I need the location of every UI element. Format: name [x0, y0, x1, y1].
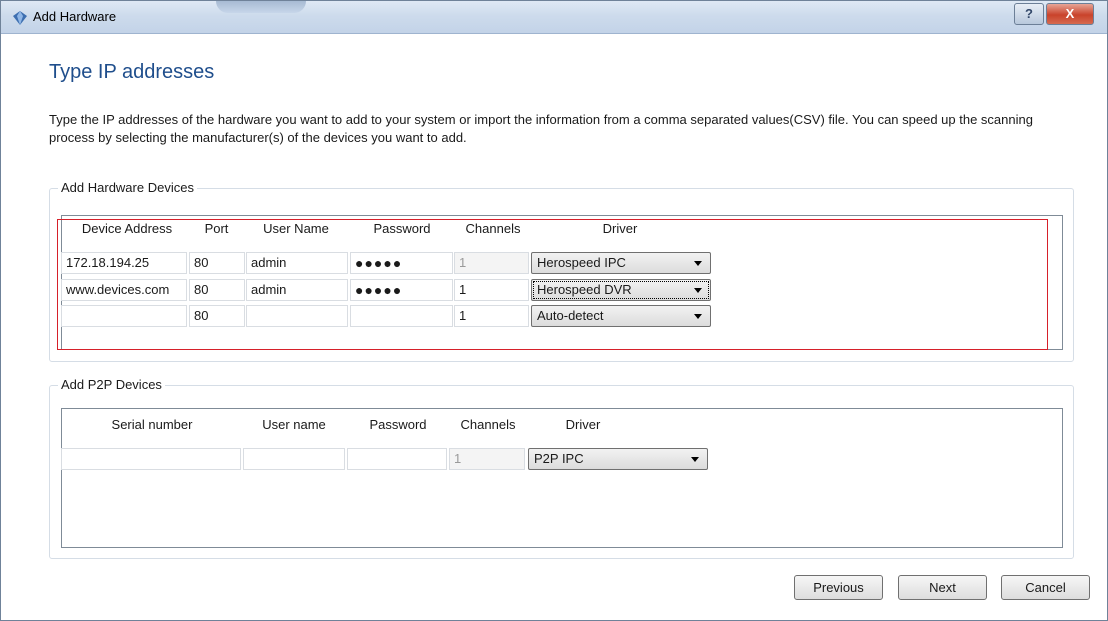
hardware-group-label: Add Hardware Devices [58, 180, 197, 195]
page-description: Type the IP addresses of the hardware yo… [49, 112, 1033, 145]
device-address-input[interactable]: www.devices.com [61, 279, 187, 301]
driver-value: P2P IPC [534, 451, 584, 466]
col-password: Password [369, 417, 427, 432]
col-password: Password [373, 221, 431, 236]
next-button[interactable]: Next [898, 575, 987, 600]
password-input[interactable]: ●●●●● [350, 279, 453, 301]
driver-value: Herospeed IPC [537, 255, 626, 270]
port-input[interactable]: 80 [189, 279, 245, 301]
add-hardware-window: Add Hardware ? X Type IP addresses Type … [0, 0, 1108, 621]
col-driver: Driver [602, 221, 638, 236]
app-icon [13, 11, 27, 25]
driver-dropdown[interactable]: Herospeed DVR [531, 279, 711, 301]
p2p-group-label: Add P2P Devices [58, 377, 165, 392]
col-user-name: User Name [263, 221, 329, 236]
driver-value: Herospeed DVR [537, 282, 632, 297]
password-input[interactable]: ●●●●● [350, 252, 453, 274]
serial-number-input[interactable] [61, 448, 241, 470]
channels-input: 1 [449, 448, 525, 470]
title-bar-glass [216, 1, 306, 13]
driver-dropdown[interactable]: Herospeed IPC [531, 252, 711, 274]
col-port: Port [204, 221, 229, 236]
col-channels: Channels [465, 221, 521, 236]
col-channels: Channels [460, 417, 516, 432]
password-input[interactable] [347, 448, 447, 470]
col-user-name: User name [262, 417, 326, 432]
col-device-address: Device Address [81, 221, 173, 236]
channels-input[interactable]: 1 [454, 279, 529, 301]
chevron-down-icon [694, 288, 702, 293]
user-name-input[interactable]: admin [246, 279, 348, 301]
previous-button[interactable]: Previous [794, 575, 883, 600]
user-name-input[interactable] [246, 305, 348, 327]
cancel-button[interactable]: Cancel [1001, 575, 1090, 600]
col-serial-number: Serial number [111, 417, 193, 432]
page-title: Type IP addresses [49, 61, 215, 83]
port-input[interactable]: 80 [189, 252, 245, 274]
user-name-input[interactable] [243, 448, 345, 470]
channels-input: 1 [454, 252, 529, 274]
chevron-down-icon [691, 457, 699, 462]
p2p-table: Serial number User name Password Channel… [61, 408, 1063, 548]
help-button[interactable]: ? [1014, 3, 1044, 25]
driver-dropdown[interactable]: Auto-detect [531, 305, 711, 327]
device-address-input[interactable] [61, 305, 187, 327]
driver-value: Auto-detect [537, 308, 604, 323]
title-bar: Add Hardware ? X [1, 1, 1107, 34]
channels-input[interactable]: 1 [454, 305, 529, 327]
close-button[interactable]: X [1046, 3, 1094, 25]
driver-dropdown[interactable]: P2P IPC [528, 448, 708, 470]
window-title: Add Hardware [33, 9, 117, 24]
device-address-input[interactable]: 172.18.194.25 [61, 252, 187, 274]
port-input[interactable]: 80 [189, 305, 245, 327]
chevron-down-icon [694, 314, 702, 319]
chevron-down-icon [694, 261, 702, 266]
hardware-table: Device Address Port User Name Password C… [61, 215, 1063, 350]
col-driver: Driver [565, 417, 601, 432]
password-input[interactable] [350, 305, 453, 327]
user-name-input[interactable]: admin [246, 252, 348, 274]
